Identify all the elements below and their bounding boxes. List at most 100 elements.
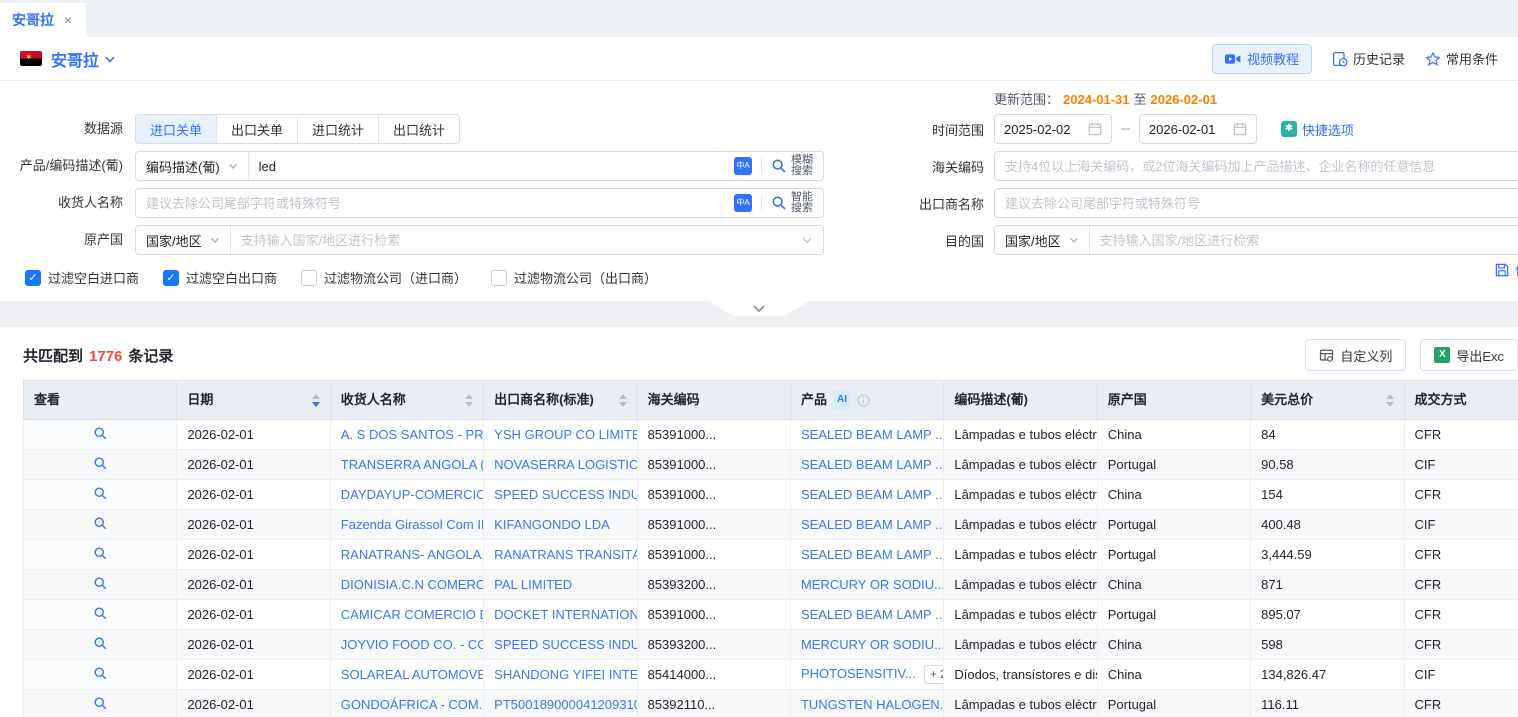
view-record-icon[interactable] [93,486,108,501]
consignee-link[interactable]: DIONISIA.C.N COMERCIO GERAL & PRESTA... [341,577,484,592]
view-record-button[interactable] [24,510,177,540]
consignee-link[interactable]: CAMICAR COMERCIO DE PEÇAS S.A. [341,607,484,622]
view-record-button[interactable] [24,690,177,717]
exporter-input[interactable] [995,189,1518,217]
view-record-icon[interactable] [93,426,108,441]
more-products-badge[interactable]: + 2 [924,665,944,684]
product-link[interactable]: TUNGSTEN HALOGEN... [801,697,944,712]
exporter-link[interactable]: SPEED SUCCESS INDUSTRIAL CO LIMITED [494,637,637,652]
dest-country-input[interactable] [1090,226,1518,254]
origin-country-select[interactable]: 国家/地区 [136,226,231,254]
view-record-button[interactable] [24,540,177,570]
sort-arrows-icon[interactable] [459,394,473,407]
consignee-link[interactable]: SOLAREAL AUTOMOVEL ANGOLA(SU)., LDA [341,667,484,682]
video-tutorial-button[interactable]: 视频教程 [1212,44,1312,74]
chevron-down-icon[interactable] [104,53,116,65]
sort-arrows-icon[interactable] [306,394,320,407]
translate-icon[interactable]: 中A [734,194,752,212]
column-header-8[interactable]: 美元总价 [1251,381,1404,420]
exporter-link[interactable]: DOCKET INTERNATIONAL BUSINESS LDA [494,607,637,622]
sort-arrows-icon[interactable] [1380,394,1394,407]
exporter-link[interactable]: SHANDONG YIFEI INTERNATIONAL TRADIN... [494,667,637,682]
view-record-button[interactable] [24,660,177,690]
consignee-link[interactable]: DAYDAYUP-COMERCIO E PRESTACAO DE S... [341,487,484,502]
product-link[interactable]: SEALED BEAM LAMP ... [801,517,944,532]
export-excel-button[interactable]: X 导出Exc [1420,339,1518,371]
info-icon[interactable] [857,394,870,407]
hs-code-cell: 85391000... [637,540,790,570]
exporter-link[interactable]: SPEED SUCCESS INDUSTRIAL CO LIMITED [494,487,637,502]
history-button[interactable]: 历史记录 [1332,49,1405,68]
view-record-button[interactable] [24,570,177,600]
tab-close-icon[interactable]: × [64,12,72,28]
exporter-link[interactable]: NOVASERRA LOGISTICS LDA [494,457,637,472]
column-header-2[interactable]: 收货人名称 [330,381,483,420]
product-link[interactable]: MERCURY OR SODIU... [801,577,944,592]
filter-checkbox-3[interactable]: 过滤物流公司（出口商） [491,268,657,287]
consignee-link[interactable]: JOYVIO FOOD CO. - COMERCIO GERAL, LDA [341,637,484,652]
filter-checkbox-1[interactable]: ✓过滤空白出口商 [163,268,277,287]
checkbox-unchecked-icon[interactable] [301,270,317,286]
dest-country-select[interactable]: 国家/地区 [995,226,1090,254]
product-link[interactable]: PHOTOSENSITIV... [801,666,916,681]
hs-code-input[interactable] [995,152,1518,180]
view-record-icon[interactable] [93,636,108,651]
consignee-link[interactable]: Fazenda Girassol Com IND AGRO P LDA [341,517,484,532]
consignee-link[interactable]: A. S DOS SANTOS - PRESTACAO DE SERVIC... [341,427,484,442]
view-record-icon[interactable] [93,516,108,531]
product-field-select[interactable]: 编码描述(葡) [136,152,249,180]
end-date-input[interactable]: 2026-02-01 [1139,114,1257,144]
checkbox-unchecked-icon[interactable] [491,270,507,286]
checkbox-checked-icon[interactable]: ✓ [163,270,179,286]
fuzzy-search-button[interactable]: 模糊搜索 [771,155,813,177]
translate-icon[interactable]: 中A [734,157,752,175]
view-record-button[interactable] [24,600,177,630]
quick-options-button[interactable]: ✱ 快捷选项 [1281,120,1354,139]
filter-checkbox-0[interactable]: ✓过滤空白进口商 [25,268,139,287]
product-link[interactable]: SEALED BEAM LAMP ... [801,457,944,472]
exporter-link[interactable]: KIFANGONDO LDA [494,517,610,532]
exporter-link[interactable]: YSH GROUP CO LIMITED [494,427,637,442]
view-record-button[interactable] [24,480,177,510]
checkbox-checked-icon[interactable]: ✓ [25,270,41,286]
view-record-icon[interactable] [93,546,108,561]
smart-search-button[interactable]: 智能搜索 [771,192,813,214]
column-header-1[interactable]: 日期 [177,381,330,420]
datasource-tab-2[interactable]: 进口统计 [297,115,378,143]
datasource-tab-3[interactable]: 出口统计 [378,115,459,143]
filter-checkbox-2[interactable]: 过滤物流公司（进口商） [301,268,467,287]
product-search-input[interactable] [249,152,724,180]
view-record-button[interactable] [24,420,177,450]
exporter-link[interactable]: RANATRANS TRANSITÁRIOS S A [494,547,637,562]
consignee-link[interactable]: RANATRANS- ANGOLA, S. A [341,547,484,562]
product-link[interactable]: SEALED BEAM LAMP ... [801,547,944,562]
consignee-input[interactable] [136,189,724,217]
view-record-icon[interactable] [93,576,108,591]
sort-arrows-icon[interactable] [613,394,627,407]
exporter-link[interactable]: PT50018900004120931000165 BMG TRADI... [494,697,637,712]
collapse-filter-button[interactable] [709,301,809,316]
product-link[interactable]: MERCURY OR SODIU... [801,637,944,652]
country-selector[interactable]: 安哥拉 [51,47,99,71]
favorites-button[interactable]: 常用条件 [1425,49,1498,68]
consignee-link[interactable]: TRANSERRA ANGOLA (SU) , LDA [341,457,484,472]
exporter-link[interactable]: PAL LIMITED [494,577,572,592]
product-link[interactable]: SEALED BEAM LAMP ... [801,427,944,442]
column-header-3[interactable]: 出口商名称(标准) [484,381,637,420]
tab-angola[interactable]: 安哥拉 × [0,3,86,37]
consignee-link[interactable]: GONDOÁFRICA - COM. REPRESENTAÇÕES ... [341,697,484,712]
start-date-input[interactable]: 2025-02-02 [994,114,1112,144]
origin-country-input[interactable] [231,226,791,254]
view-record-icon[interactable] [93,606,108,621]
view-record-button[interactable] [24,630,177,660]
product-link[interactable]: SEALED BEAM LAMP ... [801,487,944,502]
view-record-icon[interactable] [93,456,108,471]
view-record-button[interactable] [24,450,177,480]
customize-columns-button[interactable]: 自定义列 [1305,339,1406,371]
view-record-icon[interactable] [93,696,108,711]
product-link[interactable]: SEALED BEAM LAMP ... [801,607,944,622]
save-conditions-button[interactable]: 保 [1494,260,1518,279]
datasource-tab-1[interactable]: 出口关单 [216,115,297,143]
view-record-icon[interactable] [93,666,108,681]
datasource-tab-0[interactable]: 进口关单 [136,115,216,143]
